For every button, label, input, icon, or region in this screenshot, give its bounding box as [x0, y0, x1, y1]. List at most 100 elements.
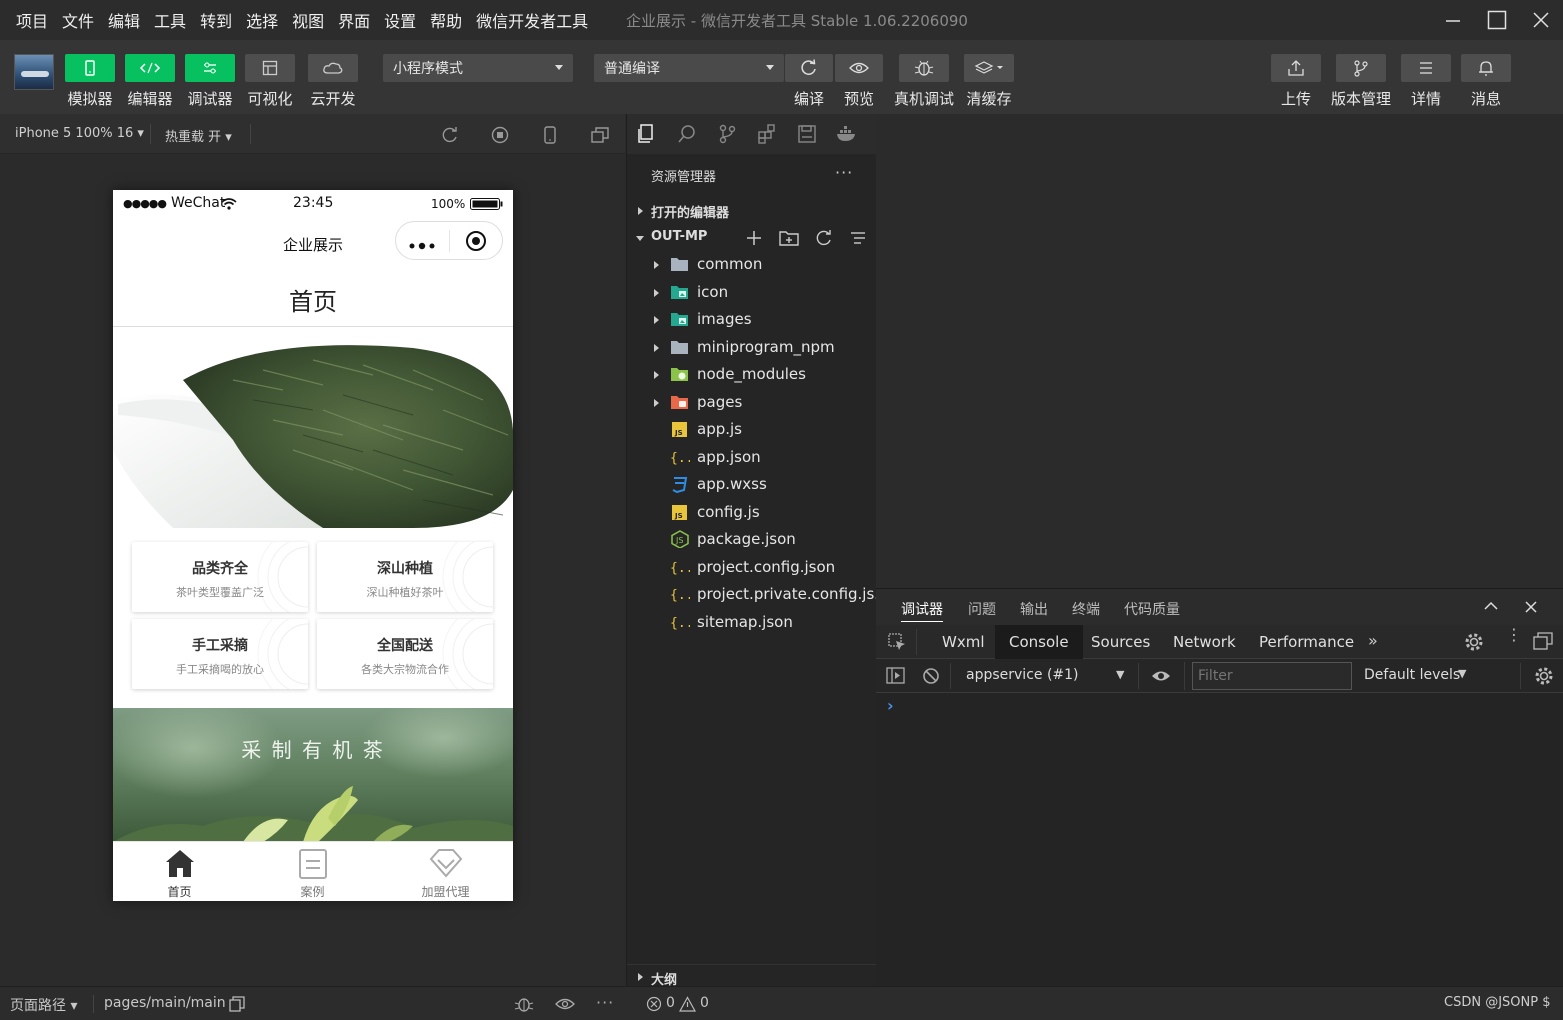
folder-item[interactable]: common: [627, 251, 877, 278]
upload-button[interactable]: [1271, 54, 1321, 82]
tab-franchise[interactable]: 加盟代理: [379, 845, 512, 901]
bug-icon[interactable]: [514, 995, 534, 1013]
file-item[interactable]: {..} sitemap.json: [627, 609, 877, 636]
menu-interface[interactable]: 界面: [338, 8, 370, 32]
preview-button[interactable]: [835, 54, 883, 82]
file-item[interactable]: JS app.js: [627, 416, 877, 443]
more-button[interactable]: [408, 236, 438, 255]
devtab-wxml[interactable]: Wxml: [942, 625, 985, 659]
error-icon[interactable]: [646, 996, 662, 1012]
dock-icon[interactable]: [1533, 632, 1553, 650]
detach-window-icon[interactable]: [591, 126, 609, 144]
file-item[interactable]: JS config.js: [627, 499, 877, 526]
menu-project[interactable]: 项目: [16, 8, 48, 32]
hot-reload-select[interactable]: 热重载 开 ▾: [165, 126, 232, 145]
inspect-element-icon[interactable]: [888, 633, 906, 651]
details-button[interactable]: [1401, 54, 1451, 82]
warning-icon[interactable]: [679, 996, 696, 1012]
cloud-dev-button[interactable]: [308, 54, 358, 82]
tab-home[interactable]: 首页: [113, 845, 246, 901]
eye-icon[interactable]: [1151, 669, 1171, 683]
menu-tools[interactable]: 工具: [154, 8, 186, 32]
new-file-icon[interactable]: [745, 229, 763, 247]
more-actions-icon[interactable]: ···: [835, 163, 853, 182]
debugger-toggle-button[interactable]: [185, 54, 235, 82]
messages-button[interactable]: [1461, 54, 1511, 82]
log-levels-select[interactable]: Default levels ▼: [1360, 659, 1470, 693]
search-icon[interactable]: [677, 124, 697, 144]
feature-card[interactable]: 手工采摘 手工采摘喝的放心: [132, 619, 308, 689]
filter-input[interactable]: [1192, 662, 1352, 690]
copy-icon[interactable]: [229, 996, 245, 1012]
folder-item[interactable]: icon: [627, 279, 877, 306]
folder-item[interactable]: pages: [627, 389, 877, 416]
compile-mode-select[interactable]: 普通编译: [594, 54, 784, 82]
page-path-select[interactable]: 页面路径 ▾: [10, 995, 77, 1015]
project-section[interactable]: OUT-MP: [627, 224, 877, 251]
devtab-network[interactable]: Network: [1173, 625, 1236, 659]
devtab-sources[interactable]: Sources: [1091, 625, 1150, 659]
maximize-button[interactable]: [1474, 0, 1520, 40]
outline-section[interactable]: 大纲: [627, 964, 877, 988]
context-select[interactable]: appservice (#1) ▼: [956, 659, 1136, 693]
file-item[interactable]: {..} project.private.config.js...: [627, 581, 889, 608]
menu-help[interactable]: 帮助: [430, 8, 462, 32]
feature-card[interactable]: 全国配送 各类大宗物流合作: [317, 619, 493, 689]
stop-icon[interactable]: [491, 126, 509, 144]
tab-debugger[interactable]: 调试器: [901, 599, 943, 622]
tab-terminal[interactable]: 终端: [1072, 599, 1100, 619]
docker-icon[interactable]: [835, 124, 857, 144]
tab-cases[interactable]: 案例: [246, 845, 379, 901]
collapse-all-icon[interactable]: [849, 229, 867, 247]
files-icon[interactable]: [637, 124, 657, 144]
save-disk-icon[interactable]: [797, 124, 817, 144]
file-item[interactable]: {..} project.config.json: [627, 554, 877, 581]
close-icon[interactable]: [1525, 601, 1537, 613]
source-control-icon[interactable]: [717, 124, 737, 144]
menu-select[interactable]: 选择: [246, 8, 278, 32]
close-miniprogram-button[interactable]: [465, 230, 487, 256]
folder-item[interactable]: node_modules: [627, 361, 877, 388]
more-tabs-icon[interactable]: »: [1368, 631, 1378, 650]
mode-select[interactable]: 小程序模式: [383, 54, 573, 82]
devtab-console[interactable]: Console: [995, 625, 1083, 659]
menu-file[interactable]: 文件: [62, 8, 94, 32]
tab-code-quality[interactable]: 代码质量: [1124, 599, 1180, 619]
device-select[interactable]: iPhone 5 100% 16 ▾: [15, 126, 144, 141]
file-item[interactable]: app.wxss: [627, 471, 877, 498]
version-control-button[interactable]: [1336, 54, 1386, 82]
folder-item[interactable]: images: [627, 306, 877, 333]
remote-debug-button[interactable]: [899, 54, 949, 82]
menu-wechat-devtools[interactable]: 微信开发者工具: [476, 8, 588, 32]
project-avatar[interactable]: [14, 54, 54, 90]
minimize-button[interactable]: [1430, 0, 1476, 40]
file-item[interactable]: {..} app.json: [627, 444, 877, 471]
feature-card[interactable]: 深山种植 深山种植好茶叶: [317, 542, 493, 612]
file-item[interactable]: JS package.json: [627, 526, 877, 553]
console-output[interactable]: ›: [876, 693, 1563, 987]
clear-cache-button[interactable]: [964, 54, 1014, 82]
tab-problems[interactable]: 问题: [968, 599, 996, 619]
phone-icon[interactable]: [541, 126, 559, 144]
menu-view[interactable]: 视图: [292, 8, 324, 32]
menu-settings[interactable]: 设置: [384, 8, 416, 32]
simulator-toggle-button[interactable]: [65, 54, 115, 82]
feature-card[interactable]: 品类齐全 茶叶类型覆盖广泛: [132, 542, 308, 612]
clear-console-icon[interactable]: [922, 667, 940, 685]
gear-icon[interactable]: [1464, 632, 1484, 652]
chevron-up-icon[interactable]: [1484, 601, 1498, 611]
compile-button[interactable]: [785, 54, 833, 82]
menu-goto[interactable]: 转到: [200, 8, 232, 32]
refresh-icon[interactable]: [815, 229, 833, 247]
visual-toggle-button[interactable]: [245, 54, 295, 82]
folder-item[interactable]: miniprogram_npm: [627, 334, 877, 361]
more-actions-icon[interactable]: ···: [596, 993, 614, 1012]
sidebar-toggle-icon[interactable]: [886, 667, 906, 685]
tab-output[interactable]: 输出: [1020, 599, 1048, 619]
devtab-performance[interactable]: Performance: [1259, 625, 1354, 659]
new-folder-icon[interactable]: [779, 229, 799, 247]
rotate-icon[interactable]: [441, 126, 459, 144]
open-editors-section[interactable]: 打开的编辑器: [627, 197, 877, 224]
menu-edit[interactable]: 编辑: [108, 8, 140, 32]
kebab-menu-icon[interactable]: ⋮: [1506, 627, 1522, 643]
